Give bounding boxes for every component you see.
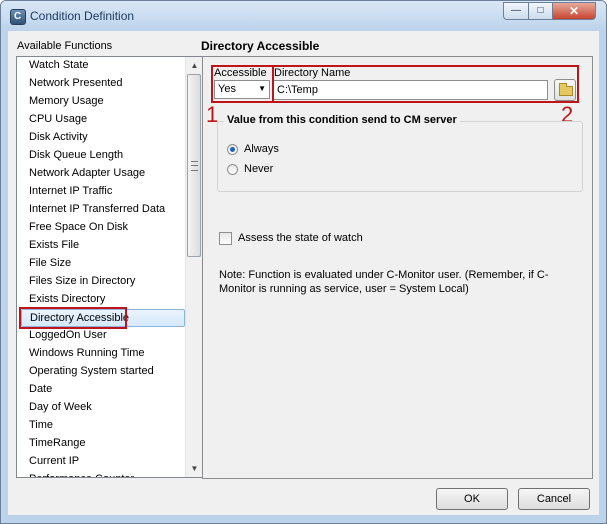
functions-scrollbar[interactable]: ▲ ▼: [185, 57, 203, 477]
list-item[interactable]: Disk Activity: [21, 129, 185, 147]
maximize-button[interactable]: □: [528, 2, 553, 20]
scroll-down-button[interactable]: ▼: [186, 460, 203, 477]
radio-always-label[interactable]: Always: [244, 143, 279, 155]
list-item[interactable]: Network Presented: [21, 75, 185, 93]
list-item[interactable]: Internet IP Transferred Data: [21, 201, 185, 219]
assess-state-label[interactable]: Assess the state of watch: [238, 232, 363, 244]
radio-always-button[interactable]: [227, 144, 238, 155]
highlight-box-directory: [272, 65, 579, 103]
assess-state-checkbox-box[interactable]: [219, 232, 232, 245]
app-icon-letter: C: [14, 11, 22, 22]
list-item[interactable]: Day of Week: [21, 399, 185, 417]
close-button[interactable]: ✕: [552, 2, 596, 20]
highlight-box-accessible: [211, 65, 274, 103]
list-item[interactable]: Network Adapter Usage: [21, 165, 185, 183]
send-value-group: [217, 121, 583, 192]
minimize-button[interactable]: —: [503, 2, 529, 20]
list-item[interactable]: Operating System started: [21, 363, 185, 381]
list-item[interactable]: Internet IP Traffic: [21, 183, 185, 201]
window-title: Condition Definition: [30, 9, 135, 23]
list-item[interactable]: Current IP: [21, 453, 185, 471]
list-item[interactable]: Date: [21, 381, 185, 399]
grip-icon: [191, 161, 198, 171]
title-bar[interactable]: C Condition Definition — □ ✕: [1, 1, 606, 31]
cancel-button[interactable]: Cancel: [518, 488, 590, 510]
ok-button[interactable]: OK: [436, 488, 508, 510]
radio-never-label[interactable]: Never: [244, 163, 273, 175]
scroll-thumb[interactable]: [187, 74, 201, 257]
list-item[interactable]: Windows Running Time: [21, 345, 185, 363]
list-item[interactable]: Time: [21, 417, 185, 435]
highlight-box-selected-function: [19, 307, 127, 329]
radio-never-button[interactable]: [227, 164, 238, 175]
list-item[interactable]: Disk Queue Length: [21, 147, 185, 165]
send-value-group-title: Value from this condition send to CM ser…: [224, 114, 460, 126]
list-item[interactable]: CPU Usage: [21, 111, 185, 129]
panel-title: Directory Accessible: [201, 39, 320, 53]
scroll-up-button[interactable]: ▲: [186, 57, 203, 74]
list-item[interactable]: Performance Counter: [21, 471, 185, 477]
list-item[interactable]: Free Space On Disk: [21, 219, 185, 237]
list-item[interactable]: LoggedOn User: [21, 327, 185, 345]
settings-panel: Accessible Yes ▼ Directory Name C:\Temp …: [202, 56, 593, 479]
list-item[interactable]: Memory Usage: [21, 93, 185, 111]
list-item[interactable]: File Size: [21, 255, 185, 273]
functions-listbox[interactable]: Watch State Network Presented Memory Usage…: [16, 56, 204, 478]
dialog-client-area: Available Functions Watch State Network P…: [8, 31, 599, 515]
list-item[interactable]: Watch State: [21, 57, 185, 75]
condition-definition-window: C Condition Definition — □ ✕ Available F…: [0, 0, 607, 524]
available-functions-label: Available Functions: [17, 40, 113, 52]
list-item[interactable]: TimeRange: [21, 435, 185, 453]
note-text: Note: Function is evaluated under C-Moni…: [219, 269, 549, 295]
list-item[interactable]: Files Size in Directory: [21, 273, 185, 291]
list-item[interactable]: Exists File: [21, 237, 185, 255]
app-icon: C: [10, 9, 26, 25]
